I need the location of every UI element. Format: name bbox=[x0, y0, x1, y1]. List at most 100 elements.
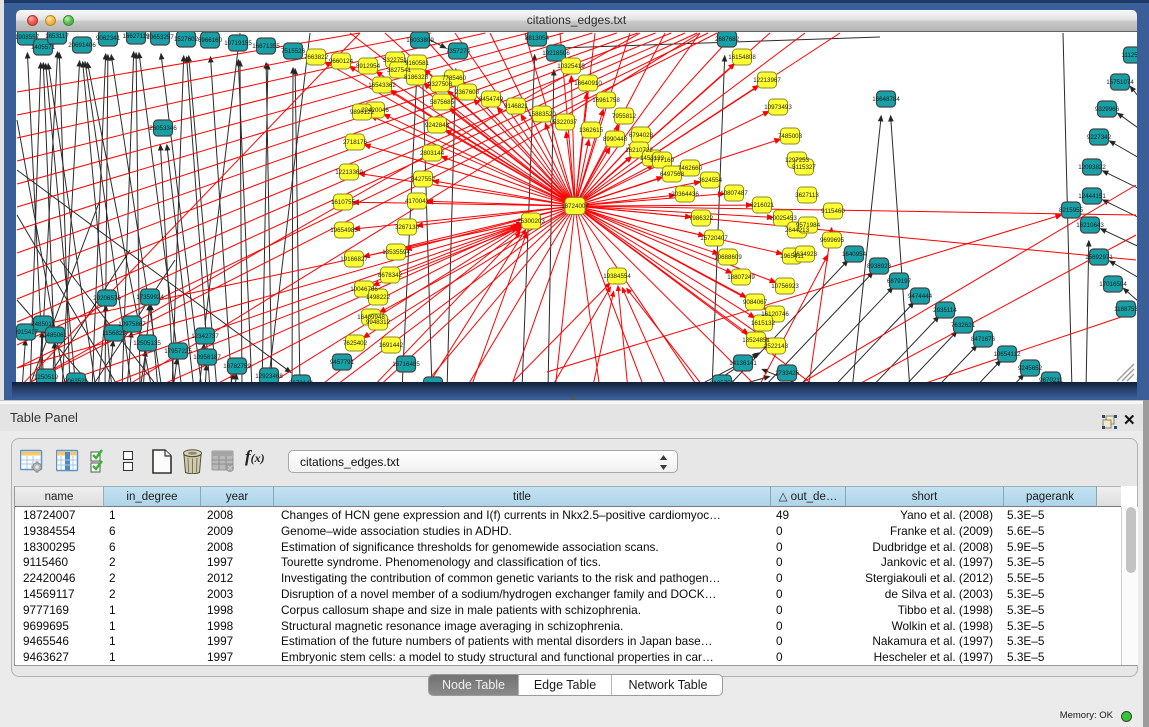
svg-text:9227342: 9227342 bbox=[1087, 134, 1112, 141]
svg-text:2687682: 2687682 bbox=[715, 36, 740, 43]
svg-text:9242848: 9242848 bbox=[425, 122, 450, 129]
svg-text:16782759: 16782759 bbox=[223, 363, 251, 370]
svg-text:1168753: 1168753 bbox=[1114, 306, 1137, 313]
svg-text:4170041: 4170041 bbox=[405, 198, 430, 205]
svg-text:2718176: 2718176 bbox=[343, 139, 368, 146]
svg-text:9474444: 9474444 bbox=[908, 293, 933, 300]
svg-text:9245652: 9245652 bbox=[1018, 365, 1043, 372]
svg-text:9571984: 9571984 bbox=[796, 222, 821, 229]
svg-text:10688609: 10688609 bbox=[714, 254, 742, 261]
svg-text:1297253: 1297253 bbox=[785, 157, 810, 164]
svg-text:10325419: 10325419 bbox=[557, 63, 585, 70]
svg-text:5115327: 5115327 bbox=[792, 164, 816, 171]
svg-text:18807249: 18807249 bbox=[727, 274, 755, 281]
svg-text:19166827: 19166827 bbox=[340, 256, 368, 263]
svg-text:1610755: 1610755 bbox=[331, 199, 356, 206]
svg-text:1908557: 1908557 bbox=[16, 34, 40, 41]
svg-text:9457791: 9457791 bbox=[330, 359, 355, 366]
svg-text:9699695: 9699695 bbox=[820, 237, 845, 244]
svg-text:5322037: 5322037 bbox=[553, 119, 578, 126]
svg-text:1250519: 1250519 bbox=[34, 374, 59, 381]
svg-text:15883520: 15883520 bbox=[528, 111, 556, 118]
svg-text:6216021: 6216021 bbox=[750, 202, 775, 209]
svg-text:3624554: 3624554 bbox=[698, 177, 723, 184]
svg-text:8186328: 8186328 bbox=[404, 74, 429, 81]
svg-text:8215955: 8215955 bbox=[1059, 207, 1084, 214]
svg-text:16640910: 16640910 bbox=[574, 80, 602, 87]
svg-text:1615132: 1615132 bbox=[751, 320, 776, 327]
svg-text:9115460: 9115460 bbox=[821, 208, 845, 215]
svg-text:17957225: 17957225 bbox=[164, 348, 192, 355]
svg-text:14136141: 14136141 bbox=[729, 360, 757, 367]
svg-text:9777169: 9777169 bbox=[650, 157, 675, 164]
svg-text:9062341: 9062341 bbox=[96, 35, 121, 42]
svg-text:6497568: 6497568 bbox=[660, 171, 685, 178]
svg-text:2367608: 2367608 bbox=[455, 89, 480, 96]
svg-text:10756923: 10756923 bbox=[771, 283, 799, 290]
svg-text:1640954: 1640954 bbox=[842, 251, 867, 258]
svg-text:8813054: 8813054 bbox=[525, 35, 550, 42]
svg-text:15692971: 15692971 bbox=[1085, 254, 1113, 261]
svg-text:3915417: 3915417 bbox=[16, 329, 39, 336]
svg-text:8678342: 8678342 bbox=[378, 272, 403, 279]
svg-text:10653257: 10653257 bbox=[146, 34, 174, 41]
svg-text:1527602: 1527602 bbox=[174, 36, 199, 43]
svg-text:1733426: 1733426 bbox=[775, 370, 800, 377]
svg-text:15720407: 15720407 bbox=[700, 235, 728, 242]
svg-text:9660124: 9660124 bbox=[329, 58, 354, 65]
svg-text:8427552: 8427552 bbox=[411, 176, 436, 183]
svg-text:10975867: 10975867 bbox=[118, 321, 146, 328]
svg-text:9160581: 9160581 bbox=[405, 60, 430, 67]
svg-text:1405571: 1405571 bbox=[31, 44, 56, 51]
svg-text:26053346: 26053346 bbox=[149, 125, 177, 132]
svg-text:6966160: 6966160 bbox=[198, 37, 223, 44]
svg-text:1498222: 1498222 bbox=[366, 294, 391, 301]
svg-text:1362615: 1362615 bbox=[579, 127, 604, 134]
svg-text:7357274: 7357274 bbox=[446, 48, 471, 55]
svg-text:20691406: 20691406 bbox=[68, 42, 96, 49]
svg-text:10025453: 10025453 bbox=[769, 215, 797, 222]
svg-text:1653117: 1653117 bbox=[45, 33, 69, 40]
svg-text:7625402: 7625402 bbox=[343, 340, 368, 347]
svg-text:16648784: 16648784 bbox=[872, 96, 900, 103]
svg-text:3827541: 3827541 bbox=[387, 67, 412, 74]
svg-text:16154808: 16154808 bbox=[728, 54, 756, 61]
svg-text:10654112: 10654112 bbox=[993, 351, 1021, 358]
svg-text:19654983: 19654983 bbox=[330, 227, 358, 234]
svg-text:7986322: 7986322 bbox=[689, 215, 714, 222]
svg-text:10719155: 10719155 bbox=[224, 40, 252, 47]
svg-text:8454749: 8454749 bbox=[479, 96, 504, 103]
svg-text:9896122: 9896122 bbox=[350, 109, 375, 116]
svg-text:3267130: 3267130 bbox=[395, 224, 420, 231]
svg-text:13535594: 13535594 bbox=[382, 249, 410, 256]
svg-text:9135752: 9135752 bbox=[710, 380, 735, 382]
svg-text:16033809: 16033809 bbox=[406, 37, 434, 44]
svg-text:1112503: 1112503 bbox=[1121, 52, 1137, 59]
svg-text:2803144: 2803144 bbox=[420, 150, 445, 157]
svg-text:16961758: 16961758 bbox=[592, 97, 620, 104]
svg-text:2935114: 2935114 bbox=[933, 307, 957, 314]
svg-text:6879197: 6879197 bbox=[887, 278, 912, 285]
svg-text:17359924: 17359924 bbox=[136, 294, 164, 301]
svg-text:10973493: 10973493 bbox=[764, 104, 792, 111]
svg-text:7663822: 7663822 bbox=[304, 54, 329, 61]
svg-text:1691442: 1691442 bbox=[379, 342, 404, 349]
svg-text:9948312: 9948312 bbox=[366, 319, 391, 326]
svg-text:9329966: 9329966 bbox=[1095, 106, 1120, 113]
svg-text:7462660: 7462660 bbox=[678, 165, 703, 172]
svg-text:16543362: 16543362 bbox=[368, 82, 396, 89]
svg-text:16210643: 16210643 bbox=[1076, 222, 1104, 229]
svg-text:15751074: 15751074 bbox=[1106, 79, 1134, 86]
svg-text:12213967: 12213967 bbox=[753, 77, 781, 84]
svg-text:12923468: 12923468 bbox=[255, 373, 283, 380]
svg-text:17016504: 17016504 bbox=[1099, 281, 1127, 288]
svg-text:9327508: 9327508 bbox=[428, 81, 453, 88]
svg-text:7632621: 7632621 bbox=[951, 322, 976, 329]
svg-text:12444151: 12444151 bbox=[1078, 193, 1106, 200]
svg-text:3627113: 3627113 bbox=[795, 192, 819, 199]
svg-text:6794028: 6794028 bbox=[629, 132, 654, 139]
svg-text:8938923: 8938923 bbox=[867, 263, 892, 270]
svg-text:9670211: 9670211 bbox=[1039, 377, 1063, 382]
svg-text:7485003: 7485003 bbox=[778, 133, 803, 140]
svg-text:16671355: 16671355 bbox=[252, 43, 280, 50]
